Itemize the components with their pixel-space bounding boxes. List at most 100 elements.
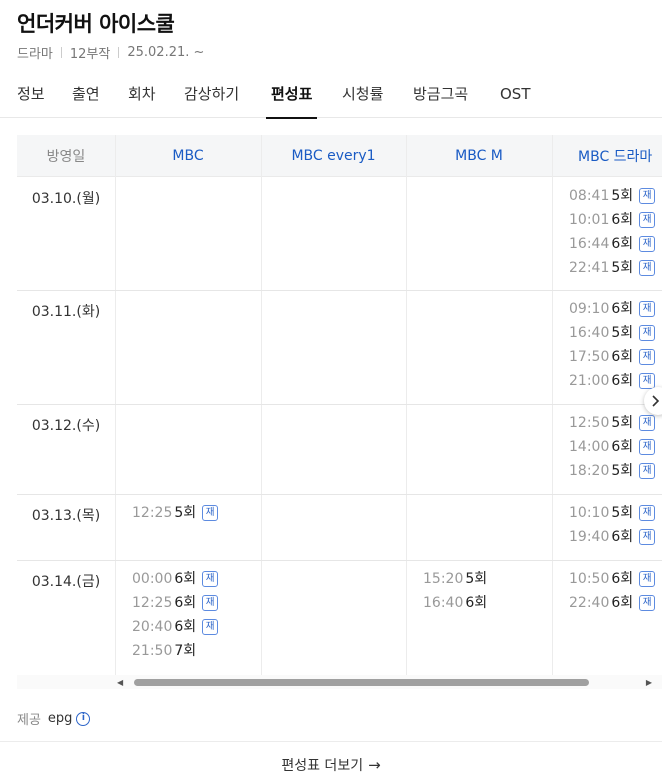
broadcast-slot[interactable]: 00:00 6회 재 bbox=[132, 567, 219, 591]
provider-label: 제공 bbox=[17, 713, 41, 728]
episode-count: 12부작 bbox=[69, 47, 111, 62]
rerun-badge: 재 bbox=[639, 260, 656, 276]
broadcast-slot[interactable]: 16:44 6회 재 bbox=[569, 232, 656, 256]
slot-episode: 6회 bbox=[611, 529, 634, 545]
tab-4[interactable]: 감상하기 bbox=[184, 84, 239, 118]
channel-header[interactable]: MBC M bbox=[406, 135, 552, 177]
broadcast-slot[interactable]: 17:50 6회 재 bbox=[569, 345, 656, 369]
slot-time: 09:10 bbox=[569, 301, 610, 317]
slot-episode: 5회 bbox=[611, 415, 634, 431]
channel-header[interactable]: MBC every1 bbox=[261, 135, 406, 177]
tab-2[interactable]: 출연 bbox=[72, 84, 100, 118]
scroll-left-arrow-icon[interactable]: ◀ bbox=[117, 678, 123, 687]
info-icon[interactable]: i bbox=[76, 711, 91, 726]
slot-episode: 6회 bbox=[611, 236, 634, 252]
slot-time: 10:01 bbox=[569, 212, 610, 228]
channel-header[interactable]: MBC bbox=[115, 135, 261, 177]
rerun-badge: 재 bbox=[639, 236, 656, 252]
row-divider bbox=[17, 290, 662, 291]
broadcast-slot[interactable]: 21:50 7회 bbox=[132, 639, 196, 663]
rerun-badge: 재 bbox=[202, 505, 219, 521]
slot-time: 21:50 bbox=[132, 643, 173, 659]
chevron-right-icon bbox=[652, 395, 660, 407]
tab-7[interactable]: 방금그곡 bbox=[413, 84, 468, 118]
more-schedule-button[interactable]: 편성표 더보기 → bbox=[0, 755, 662, 775]
tab-6[interactable]: 시청률 bbox=[342, 84, 383, 118]
broadcast-slot[interactable]: 16:40 5회 재 bbox=[569, 321, 656, 345]
slot-episode: 6회 bbox=[611, 571, 634, 587]
slot-episode: 7회 bbox=[174, 643, 197, 659]
broadcast-slot[interactable]: 18:20 5회 재 bbox=[569, 459, 656, 483]
rerun-badge: 재 bbox=[639, 373, 656, 389]
broadcast-slot[interactable]: 22:41 5회 재 bbox=[569, 256, 656, 280]
slot-episode: 5회 bbox=[611, 325, 634, 341]
slot-episode: 6회 bbox=[611, 212, 634, 228]
broadcast-slot[interactable]: 12:25 6회 재 bbox=[132, 591, 219, 615]
rerun-badge: 재 bbox=[639, 505, 656, 521]
slot-time: 10:50 bbox=[569, 571, 610, 587]
scroll-right-arrow-icon[interactable]: ▶ bbox=[646, 678, 652, 687]
broadcast-slot[interactable]: 10:50 6회 재 bbox=[569, 567, 656, 591]
broadcast-slot[interactable]: 20:40 6회 재 bbox=[132, 615, 219, 639]
broadcast-slot[interactable]: 10:10 5회 재 bbox=[569, 501, 656, 525]
slot-episode: 6회 bbox=[611, 373, 634, 389]
horizontal-scrollbar[interactable]: ◀ ▶ bbox=[17, 675, 662, 689]
broadcast-slot[interactable]: 15:20 5회 bbox=[423, 567, 487, 591]
slot-time: 16:40 bbox=[423, 595, 464, 611]
tab-8[interactable]: OST bbox=[500, 84, 531, 118]
slot-episode: 6회 bbox=[465, 595, 488, 611]
rerun-badge: 재 bbox=[639, 595, 656, 611]
slot-episode: 6회 bbox=[174, 595, 197, 611]
broadcast-slot[interactable]: 22:40 6회 재 bbox=[569, 591, 656, 615]
schedule-date: 03.14.(금) bbox=[31, 574, 101, 590]
row-divider bbox=[17, 494, 662, 495]
schedule-date: 03.11.(화) bbox=[31, 304, 101, 320]
program-title: 언더커버 아이스쿨 bbox=[17, 12, 175, 36]
rerun-badge: 재 bbox=[639, 529, 656, 545]
slot-time: 12:50 bbox=[569, 415, 610, 431]
column-divider bbox=[552, 135, 553, 675]
rerun-badge: 재 bbox=[639, 571, 656, 587]
tab-1[interactable]: 정보 bbox=[17, 84, 45, 118]
rerun-badge: 재 bbox=[639, 349, 656, 365]
schedule-date: 03.12.(수) bbox=[31, 418, 101, 434]
slot-episode: 5회 bbox=[611, 505, 634, 521]
broadcast-slot[interactable]: 10:01 6회 재 bbox=[569, 208, 656, 232]
slot-time: 15:20 bbox=[423, 571, 464, 587]
rerun-badge: 재 bbox=[202, 619, 219, 635]
scrollbar-thumb[interactable] bbox=[134, 679, 589, 686]
row-divider bbox=[17, 404, 662, 405]
slot-episode: 6회 bbox=[611, 595, 634, 611]
schedule-date: 03.13.(목) bbox=[31, 508, 101, 524]
broadcast-slot[interactable]: 12:50 5회 재 bbox=[569, 411, 656, 435]
broadcast-slot[interactable]: 19:40 6회 재 bbox=[569, 525, 656, 549]
provider-name: epg bbox=[47, 711, 73, 726]
broadcast-slot[interactable]: 21:00 6회 재 bbox=[569, 369, 656, 393]
broadcast-slot[interactable]: 16:40 6회 bbox=[423, 591, 487, 615]
slot-episode: 5회 bbox=[465, 571, 488, 587]
broadcast-slot[interactable]: 12:25 5회 재 bbox=[132, 501, 219, 525]
divider bbox=[0, 741, 662, 742]
meta-divider bbox=[118, 47, 120, 58]
slot-time: 14:00 bbox=[569, 439, 610, 455]
rerun-badge: 재 bbox=[639, 463, 656, 479]
slot-episode: 6회 bbox=[611, 301, 634, 317]
tab-3[interactable]: 회차 bbox=[128, 84, 156, 118]
channel-header[interactable]: MBC 드라마 bbox=[552, 135, 662, 177]
rerun-badge: 재 bbox=[202, 595, 219, 611]
rerun-badge: 재 bbox=[639, 325, 656, 341]
broadcast-slot[interactable]: 14:00 6회 재 bbox=[569, 435, 656, 459]
more-schedule-label: 편성표 더보기 bbox=[281, 758, 364, 774]
slot-episode: 6회 bbox=[611, 439, 634, 455]
slot-time: 00:00 bbox=[132, 571, 173, 587]
tab-5[interactable]: 편성표 bbox=[265, 84, 318, 119]
broadcast-slot[interactable]: 09:10 6회 재 bbox=[569, 297, 656, 321]
arrow-right-icon: → bbox=[368, 756, 381, 774]
column-divider bbox=[261, 135, 262, 675]
slot-time: 22:40 bbox=[569, 595, 610, 611]
column-divider bbox=[115, 135, 116, 675]
schedule-date: 03.10.(월) bbox=[31, 191, 101, 207]
slot-time: 21:00 bbox=[569, 373, 610, 389]
broadcast-slot[interactable]: 08:41 5회 재 bbox=[569, 184, 656, 208]
slot-episode: 5회 bbox=[611, 260, 634, 276]
